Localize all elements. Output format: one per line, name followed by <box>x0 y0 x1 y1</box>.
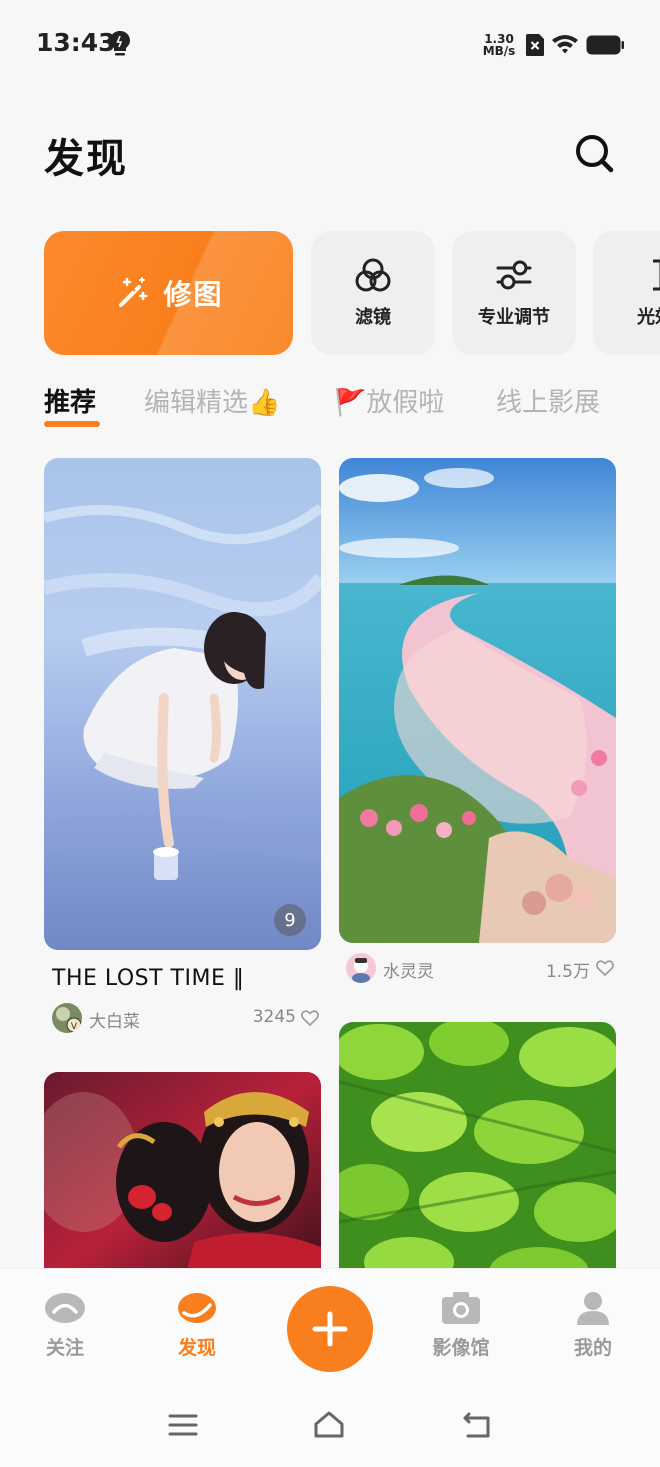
create-button[interactable] <box>287 1286 373 1372</box>
nav-gallery-label: 影像馆 <box>432 1337 490 1359</box>
tab-editors-pick[interactable]: 编辑精选👍 <box>144 382 280 419</box>
svg-text:V: V <box>71 1022 78 1032</box>
nav-discover-label: 发现 <box>177 1337 216 1359</box>
tool-row: 修图 滤镜 专业调节 光效 <box>0 230 660 356</box>
tab-online-exhibition[interactable]: 线上影展 <box>496 382 600 419</box>
nav-follow[interactable]: 关注 <box>25 1291 105 1360</box>
profile-icon <box>577 1292 609 1325</box>
search-icon[interactable] <box>572 131 616 175</box>
nav-profile-label: 我的 <box>573 1337 612 1359</box>
nav-gallery[interactable]: 影像馆 <box>421 1291 501 1360</box>
post-image-bride[interactable] <box>44 1072 321 1282</box>
page-count-badge: 9 <box>274 904 306 936</box>
pro-adjust-tool-label: 专业调节 <box>478 307 550 328</box>
status-bar: 13:43 1.30 MB/s <box>0 0 660 90</box>
active-tab-indicator <box>44 421 100 427</box>
lightbulb-icon <box>110 31 130 56</box>
network-speed: 1.30 MB/s <box>481 33 517 57</box>
pro-adjust-tool-tile[interactable]: 专业调节 <box>452 231 576 355</box>
avatar[interactable]: V <box>52 1003 82 1033</box>
heart-icon[interactable] <box>301 1010 319 1026</box>
tab-holiday[interactable]: 🚩放假啦 <box>334 382 444 419</box>
bottom-nav: 关注 发现 影像馆 我的 <box>0 1268 660 1380</box>
filter-circles-icon <box>355 258 391 292</box>
sliders-icon <box>496 260 532 290</box>
nav-follow-label: 关注 <box>45 1337 84 1359</box>
sim-off-icon <box>526 34 544 56</box>
avatar[interactable] <box>346 953 376 983</box>
post-image-flower-path[interactable] <box>339 458 616 943</box>
home-icon[interactable] <box>313 1410 345 1440</box>
battery-icon <box>586 35 624 55</box>
menu-icon[interactable] <box>167 1410 199 1440</box>
retouch-button[interactable]: 修图 <box>44 231 293 355</box>
discover-icon <box>178 1293 216 1323</box>
back-icon[interactable] <box>461 1410 493 1440</box>
like-count: 3245 <box>252 1007 296 1027</box>
filter-tool-tile[interactable]: 滤镜 <box>311 231 435 355</box>
filter-tool-label: 滤镜 <box>355 307 391 328</box>
light-effect-tool-tile[interactable]: 光效 <box>593 231 660 355</box>
retouch-label: 修图 <box>163 278 224 311</box>
post-image-lost-time[interactable]: 9 <box>44 458 321 950</box>
system-nav-bar <box>0 1380 660 1467</box>
author-name[interactable]: 水灵灵 <box>383 957 434 982</box>
post-title[interactable]: THE LOST TIME ‖ <box>52 966 244 991</box>
camera-icon <box>442 1292 480 1324</box>
tab-recommended[interactable]: 推荐 <box>44 382 96 419</box>
plus-icon <box>312 1311 348 1347</box>
network-speed-unit: MB/s <box>482 44 516 58</box>
wifi-icon <box>552 35 578 54</box>
author-name[interactable]: 大白菜 <box>89 1007 140 1032</box>
magic-wand-icon <box>119 277 148 307</box>
light-effect-icon <box>653 259 660 291</box>
light-effect-tool-label: 光效 <box>637 307 660 328</box>
follow-icon <box>45 1293 85 1323</box>
status-time: 13:43 <box>36 28 116 57</box>
heart-icon[interactable] <box>596 960 614 976</box>
page-title: 发现 <box>44 136 128 182</box>
post-image-green-leaves[interactable] <box>339 1022 616 1282</box>
category-tabs: 推荐 编辑精选👍 🚩放假啦 线上影展 <box>0 378 660 438</box>
nav-profile[interactable]: 我的 <box>553 1291 633 1360</box>
like-count: 1.5万 <box>545 962 590 982</box>
nav-discover[interactable]: 发现 <box>157 1291 237 1360</box>
